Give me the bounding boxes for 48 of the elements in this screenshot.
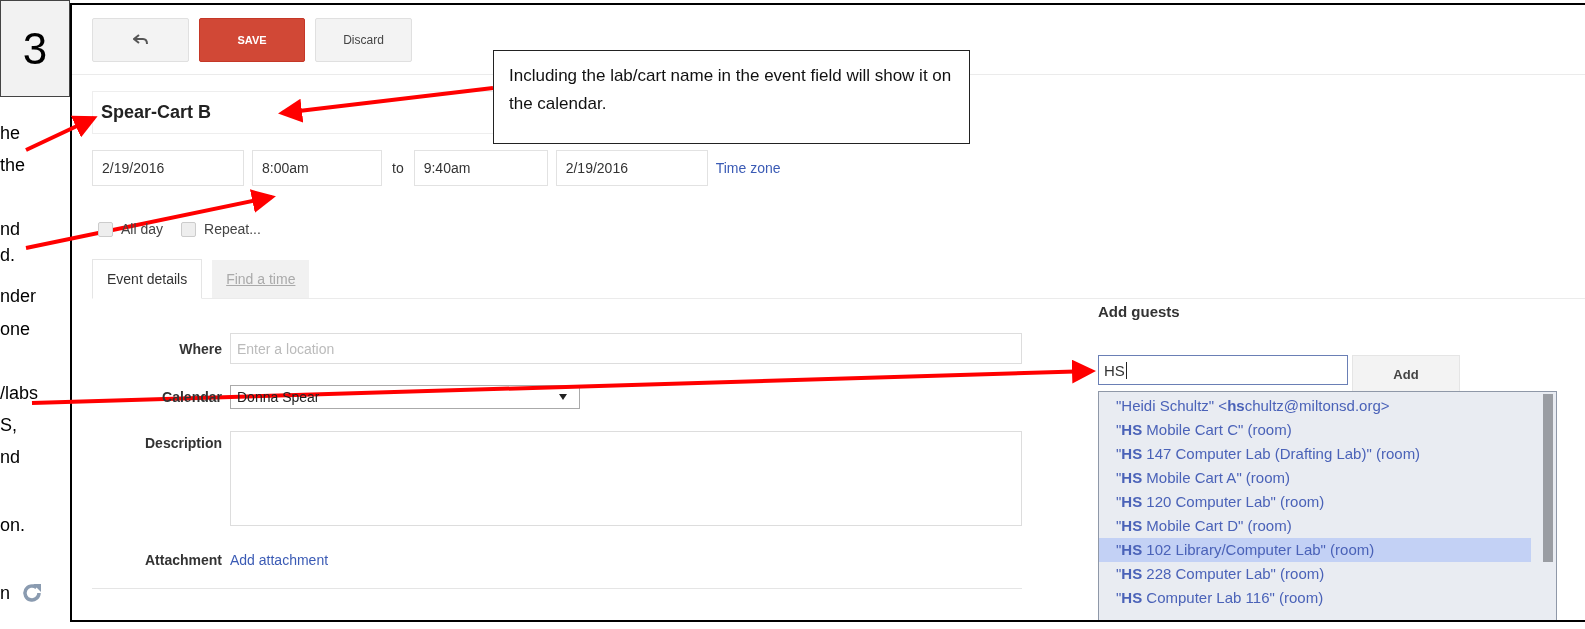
caret-icon bbox=[559, 394, 567, 400]
end-date-field[interactable]: 2/19/2016 bbox=[555, 150, 708, 186]
suggestion-item[interactable]: "Heidi Schultz" <hschultz@miltonsd.org> bbox=[1099, 394, 1531, 418]
annotation-tooltip: Including the lab/cart name in the event field will show it on the calendar. bbox=[493, 50, 970, 144]
suggestion-item[interactable]: "HS 120 Computer Lab" (room) bbox=[1099, 490, 1531, 514]
description-field[interactable] bbox=[230, 431, 1022, 526]
checkbox[interactable] bbox=[181, 221, 197, 237]
start-time-field[interactable]: 8:00am bbox=[252, 150, 382, 186]
back-arrow-icon bbox=[132, 34, 149, 46]
suggestion-item[interactable]: "HS Mobile Cart A" (room) bbox=[1099, 466, 1531, 490]
checkbox-label: Repeat... bbox=[204, 221, 261, 237]
to-label: to bbox=[392, 160, 404, 176]
end-time-field[interactable]: 9:40am bbox=[413, 150, 548, 186]
slide-text: nd bbox=[0, 218, 21, 240]
start-date-field[interactable]: 2/19/2016 bbox=[92, 150, 244, 186]
suggestion-item[interactable]: "HS 228 Computer Lab" (room) bbox=[1099, 562, 1531, 586]
slide-text: n bbox=[0, 582, 10, 604]
scrollbar-thumb[interactable] bbox=[1543, 394, 1553, 562]
add-button[interactable]: Add bbox=[1352, 355, 1460, 393]
attachment-label: Attachment bbox=[144, 552, 222, 568]
slide-text: /labs bbox=[0, 382, 39, 404]
suggestion-item[interactable]: "HS Mobile Cart C" (room) bbox=[1099, 418, 1531, 442]
where-label: Where bbox=[178, 340, 222, 357]
discard-button[interactable]: Discard bbox=[315, 18, 412, 62]
where-field[interactable]: Enter a location bbox=[230, 333, 1022, 364]
tab[interactable]: Event details bbox=[92, 259, 203, 299]
suggestion-item[interactable]: "HS 102 Library/Computer Lab" (room) bbox=[1099, 538, 1531, 562]
slide-text: nder bbox=[0, 285, 37, 307]
suggestion-item[interactable]: "HS Mobile Cart D" (room) bbox=[1099, 514, 1531, 538]
slide-text: d. bbox=[0, 244, 15, 266]
slide-text: the bbox=[0, 154, 26, 176]
save-button[interactable]: SAVE bbox=[199, 18, 305, 62]
description-label: Description bbox=[144, 435, 222, 451]
add-attachment-link[interactable]: Add attachment bbox=[230, 552, 329, 568]
add-guests-label: Add guests bbox=[1098, 303, 1181, 320]
suggestion-item[interactable]: "HS Computer Lab 116" (room) bbox=[1099, 586, 1531, 610]
slide-text: he bbox=[0, 122, 21, 144]
suggestion-item[interactable]: "HS 147 Computer Lab (Drafting Lab)" (room) bbox=[1099, 442, 1531, 466]
slide-text: one bbox=[0, 318, 31, 340]
time-zone-link[interactable]: Time zone bbox=[715, 160, 781, 176]
slide-text: S, bbox=[0, 414, 17, 436]
slide-text: nd bbox=[0, 446, 21, 468]
guest-input-field[interactable]: HS bbox=[1098, 355, 1348, 385]
slide-number: 3 bbox=[0, 0, 70, 97]
back-button[interactable] bbox=[92, 18, 189, 62]
refresh-icon bbox=[20, 581, 44, 605]
slide-text: on. bbox=[0, 514, 26, 536]
checkbox[interactable] bbox=[98, 221, 113, 237]
